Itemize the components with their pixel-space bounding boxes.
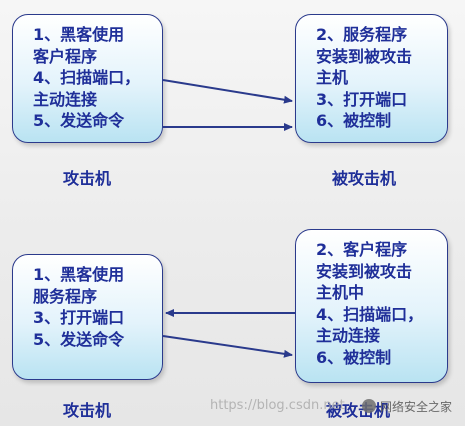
bottom-command-arrow (162, 335, 293, 358)
blog-watermark: https://blog.csdn.net (210, 398, 345, 413)
connection-arrows (162, 79, 295, 358)
top-scan-arrow (162, 79, 293, 104)
brand-logo-icon (362, 399, 376, 413)
brand-watermark: 网络安全之家 (380, 400, 453, 414)
